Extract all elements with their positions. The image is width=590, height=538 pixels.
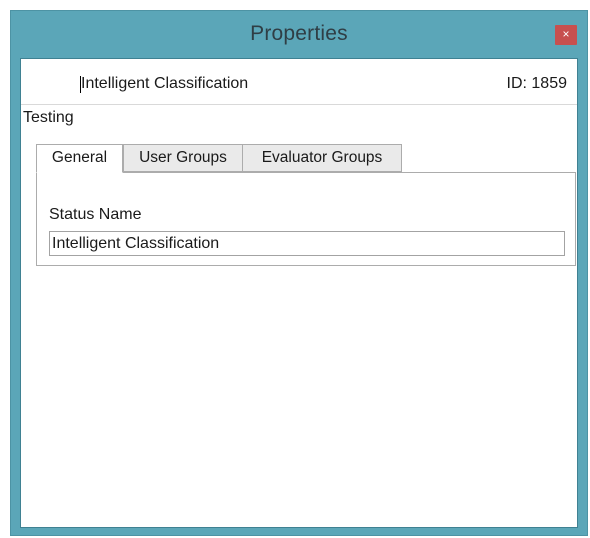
status-name-label: Status Name: [49, 206, 142, 223]
tab-general[interactable]: General: [36, 144, 123, 173]
tab-evaluator-groups[interactable]: Evaluator Groups: [242, 144, 402, 172]
close-button[interactable]: ×: [555, 25, 577, 45]
dialog-content: Intelligent Classification ID: 1859 Test…: [20, 58, 578, 528]
record-id: ID: 1859: [506, 75, 567, 92]
status-name-field[interactable]: [49, 231, 565, 256]
close-icon: ×: [562, 27, 570, 41]
tab-user-groups[interactable]: User Groups: [123, 144, 243, 172]
section-label: Testing: [23, 109, 74, 126]
record-name: Intelligent Classification: [81, 75, 249, 92]
general-tab-panel: Status Name: [36, 172, 576, 266]
window-title: Properties: [250, 22, 348, 45]
record-header: Intelligent Classification ID: 1859: [21, 59, 577, 105]
title-bar[interactable]: Properties ×: [11, 11, 587, 58]
properties-window: Properties × Intelligent Classification …: [10, 10, 588, 536]
